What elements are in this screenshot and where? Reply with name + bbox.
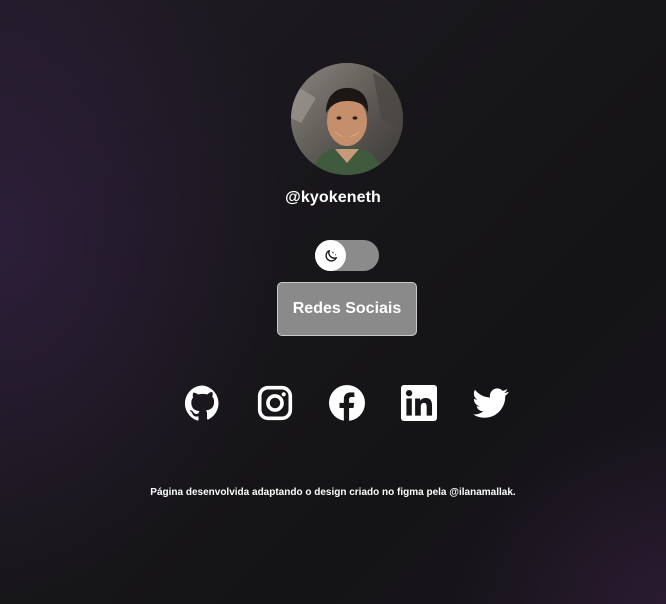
linkedin-icon (401, 385, 437, 421)
theme-toggle[interactable] (315, 240, 379, 271)
linkedin-link[interactable] (401, 385, 437, 421)
profile-page: @kyokeneth Redes Sociais Página desenvol… (0, 0, 666, 604)
avatar-photo (291, 63, 403, 175)
github-icon (185, 385, 219, 421)
instagram-link[interactable] (257, 385, 293, 421)
footer-credit: Página desenvolvida adaptando o design c… (150, 487, 516, 498)
facebook-icon (329, 385, 365, 421)
username: @kyokeneth (285, 189, 381, 206)
social-links (0, 385, 666, 423)
github-link[interactable] (185, 385, 221, 421)
avatar (291, 63, 403, 175)
moon-icon (324, 249, 337, 262)
twitter-icon (473, 388, 509, 418)
social-networks-button[interactable]: Redes Sociais (277, 282, 417, 336)
twitter-link[interactable] (472, 385, 509, 421)
instagram-icon (257, 385, 293, 421)
toggle-knob[interactable] (315, 240, 346, 271)
facebook-link[interactable] (329, 385, 365, 421)
